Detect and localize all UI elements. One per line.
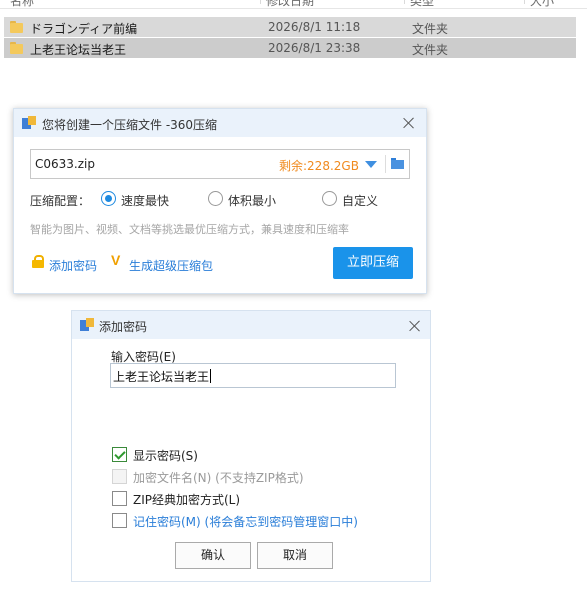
close-icon[interactable] <box>407 318 423 334</box>
file-name: ドラゴンディア前编 <box>30 22 138 36</box>
app-360zip-icon <box>80 318 94 331</box>
zip-classic-encryption-label[interactable]: ZIP经典加密方式(L) <box>133 491 240 508</box>
compress-dialog: 您将创建一个压缩文件 -360压缩 C0633.zip 剩余:228.2GB 压… <box>13 108 427 294</box>
show-password-checkbox[interactable] <box>112 447 127 462</box>
compression-hint: 智能为图片、视频、文档等挑选最优压缩方式，兼具速度和压缩率 <box>30 223 349 236</box>
column-divider[interactable] <box>260 0 261 4</box>
app-360zip-icon <box>22 116 36 129</box>
close-icon[interactable] <box>401 115 417 131</box>
column-size[interactable]: 大小 <box>530 0 554 9</box>
list-header: 名称 修改日期 类型 大小 <box>0 0 587 9</box>
dialog-title-bar[interactable]: 添加密码 <box>72 311 430 339</box>
zip-classic-encryption-checkbox[interactable] <box>112 491 127 506</box>
radio-speed-fastest[interactable] <box>101 191 116 206</box>
archive-path-field[interactable]: C0633.zip 剩余:228.2GB <box>30 149 410 179</box>
column-name[interactable]: 名称 <box>10 0 34 9</box>
column-date[interactable]: 修改日期 <box>266 0 314 9</box>
compression-config-label: 压缩配置： <box>30 194 91 208</box>
encrypt-filename-label: 加密文件名(N) (不支持ZIP格式) <box>133 471 304 485</box>
column-divider[interactable] <box>524 0 525 4</box>
column-divider[interactable] <box>404 0 405 4</box>
chevron-down-icon[interactable] <box>365 161 377 168</box>
radio-label-speed-fastest[interactable]: 速度最快 <box>121 192 169 209</box>
radio-custom[interactable] <box>322 191 337 206</box>
password-value: 上老王论坛当老王 <box>113 368 212 385</box>
compress-now-button[interactable]: 立即压缩 <box>333 247 413 279</box>
confirm-button[interactable]: 确认 <box>175 542 251 569</box>
encrypt-filename-checkbox <box>112 469 127 484</box>
dialog-title: 添加密码 <box>99 320 148 334</box>
file-type: 文件夹 <box>412 43 449 57</box>
vip-v-icon[interactable]: V <box>111 252 120 268</box>
column-type[interactable]: 类型 <box>410 0 434 9</box>
radio-label-size-smallest[interactable]: 体积最小 <box>228 192 276 209</box>
add-password-link[interactable]: 添加密码 <box>49 257 97 274</box>
folder-icon <box>10 21 23 33</box>
file-type: 文件夹 <box>412 22 449 36</box>
super-compress-link[interactable]: 生成超级压缩包 <box>129 257 213 274</box>
password-input[interactable]: 上老王论坛当老王 <box>110 363 396 388</box>
divider <box>385 155 386 173</box>
file-date: 2026/8/1 23:38 <box>268 41 361 55</box>
file-list: 名称 修改日期 类型 大小 ドラゴンディア前编 2026/8/1 11:18 文… <box>0 0 587 62</box>
remember-password-label[interactable]: 记住密码(M) (将会备忘到密码管理窗口中) <box>133 513 358 530</box>
add-password-dialog: 添加密码 输入密码(E) 上老王论坛当老王 显示密码(S) 加密文件名(N) (… <box>71 310 431 582</box>
text-caret <box>210 369 212 383</box>
radio-label-custom[interactable]: 自定义 <box>342 192 378 209</box>
file-date: 2026/8/1 11:18 <box>268 20 361 34</box>
dialog-title-bar[interactable]: 您将创建一个压缩文件 -360压缩 <box>14 109 426 137</box>
dialog-title: 您将创建一个压缩文件 -360压缩 <box>42 118 218 132</box>
remember-password-checkbox[interactable] <box>112 513 127 528</box>
cancel-button[interactable]: 取消 <box>257 542 333 569</box>
folder-icon <box>10 42 23 54</box>
list-item[interactable]: ドラゴンディア前编 2026/8/1 11:18 文件夹 <box>4 17 576 37</box>
free-space-label: 剩余:228.2GB <box>279 159 359 173</box>
radio-size-smallest[interactable] <box>208 191 223 206</box>
lock-icon[interactable] <box>32 255 44 268</box>
list-item[interactable]: 上老王论坛当老王 2026/8/1 23:38 文件夹 <box>4 38 576 58</box>
show-password-label[interactable]: 显示密码(S) <box>133 447 198 464</box>
file-name: 上老王论坛当老王 <box>30 43 127 57</box>
archive-filename[interactable]: C0633.zip <box>35 157 95 171</box>
browse-folder-icon[interactable] <box>391 158 404 169</box>
password-text: 上老王论坛当老王 <box>113 370 210 384</box>
